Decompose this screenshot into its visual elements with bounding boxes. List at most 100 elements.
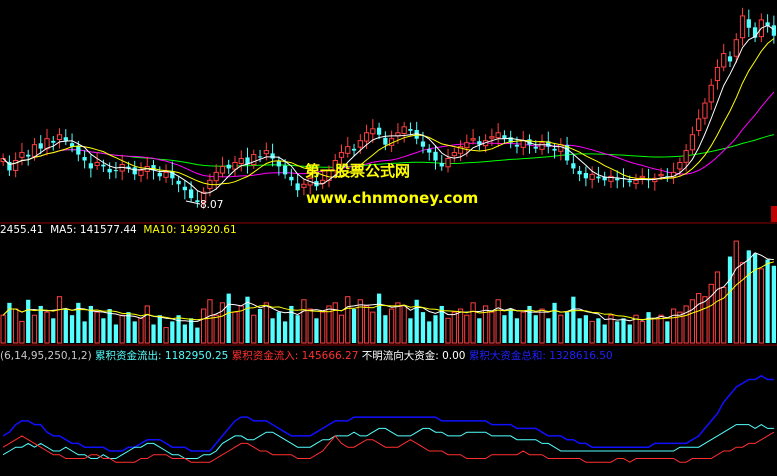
watermark-title: 第一股票公式网 <box>305 162 411 180</box>
candle-body <box>63 137 68 141</box>
candle-body <box>176 180 181 185</box>
candle-body <box>376 127 382 135</box>
volume-bar <box>82 321 87 343</box>
candle-body <box>727 56 733 62</box>
volume-bar <box>182 324 187 343</box>
candle-body <box>226 164 231 169</box>
candle-body <box>132 167 137 175</box>
volume-bar <box>376 293 382 343</box>
candle-body <box>195 200 200 203</box>
candle-body <box>451 152 457 157</box>
candle-body <box>163 171 169 178</box>
candle-body <box>633 179 639 185</box>
candle-body <box>615 178 620 181</box>
candle-body <box>533 146 538 149</box>
candle-body <box>683 150 689 163</box>
volume-bar <box>596 318 601 343</box>
candle-body <box>56 134 63 141</box>
candle-body <box>88 163 93 169</box>
volume-bar <box>282 321 288 343</box>
volume-bar <box>270 318 275 343</box>
candle-body <box>289 176 294 181</box>
volume-bar <box>101 318 106 343</box>
volume-bar <box>276 312 281 343</box>
volume-bar <box>427 321 432 343</box>
candle-body <box>589 173 595 180</box>
inflow-label: 累积资金流入: 145666.27 <box>231 350 359 362</box>
candle-body <box>38 143 43 149</box>
volume-bar <box>408 318 413 343</box>
candle-body <box>345 146 351 154</box>
volume-bar <box>571 296 576 343</box>
volume-bar <box>26 299 31 343</box>
candle-body <box>383 137 388 145</box>
volume-bar <box>514 318 520 343</box>
candle-body <box>270 153 275 159</box>
candle-body <box>363 132 370 142</box>
unknown-flow-label: 不明流向大资金: 0.00 <box>361 350 466 362</box>
volume-bar <box>602 324 607 343</box>
candle-body <box>370 128 376 135</box>
candle-body <box>733 39 739 57</box>
volume-bar <box>151 324 156 343</box>
candle-body <box>94 161 100 167</box>
volume-bar <box>38 305 43 343</box>
candle-body <box>746 19 751 28</box>
outflow-label: 累积资金流出: 1182950.25 <box>95 350 229 362</box>
volume-bar <box>69 315 75 343</box>
volume-bar <box>51 318 56 343</box>
volume-bar <box>170 321 175 343</box>
volume-bar <box>433 315 438 343</box>
candle-body <box>714 66 721 82</box>
volume-bar <box>502 315 507 343</box>
volume-bar <box>564 312 570 343</box>
volume-bar <box>752 253 758 343</box>
total-flow-label: 累积大资金总和: 1328616.50 <box>468 350 613 362</box>
volume-bar <box>351 309 357 343</box>
candle-body <box>771 25 776 36</box>
volume-bar <box>727 256 733 343</box>
volume-bar <box>771 265 776 343</box>
candle-body <box>739 15 746 39</box>
candle-body <box>470 138 476 141</box>
volume-bar <box>295 315 300 343</box>
volume-legend: 2455.41 MA5: 141577.44 MA10: 149920.61 <box>0 224 237 237</box>
candle-body <box>31 144 38 157</box>
candle-body <box>696 118 702 131</box>
candle-body <box>658 173 664 177</box>
candle-body <box>583 172 589 179</box>
candle-body <box>639 175 645 179</box>
volume-bar <box>176 315 181 343</box>
candle-body <box>357 140 363 148</box>
candle-body <box>182 186 187 191</box>
candle-body <box>708 84 714 103</box>
volume-bar <box>552 302 557 343</box>
candle-body <box>689 134 696 151</box>
volume-bar <box>646 312 651 343</box>
candle-body <box>721 53 727 68</box>
candle-body <box>301 183 307 188</box>
volume-bar <box>107 309 112 343</box>
candle-body <box>677 161 683 170</box>
volume-bar <box>63 309 68 343</box>
watermark-url[interactable]: www.chnmoney.com <box>306 189 478 207</box>
candle-body <box>107 168 112 173</box>
volume-bar <box>157 315 162 343</box>
volume-bar <box>615 321 620 343</box>
candle-body <box>51 140 56 143</box>
candle-body <box>219 165 226 174</box>
candle-body <box>82 157 87 161</box>
volume-value: 2455.41 <box>0 224 44 236</box>
indicator-params: (6,14,95,250,1,2) <box>0 350 92 362</box>
candle-body <box>138 169 144 176</box>
volume-bar <box>314 318 319 343</box>
volume-bar <box>383 315 388 343</box>
candle-body <box>263 150 269 155</box>
candle-body <box>445 158 451 168</box>
candle-body <box>113 170 119 172</box>
candle-body <box>76 145 81 155</box>
volume-bar <box>226 293 231 343</box>
volume-bar <box>583 315 589 343</box>
candle-body <box>257 156 263 158</box>
candle-body <box>539 142 545 150</box>
